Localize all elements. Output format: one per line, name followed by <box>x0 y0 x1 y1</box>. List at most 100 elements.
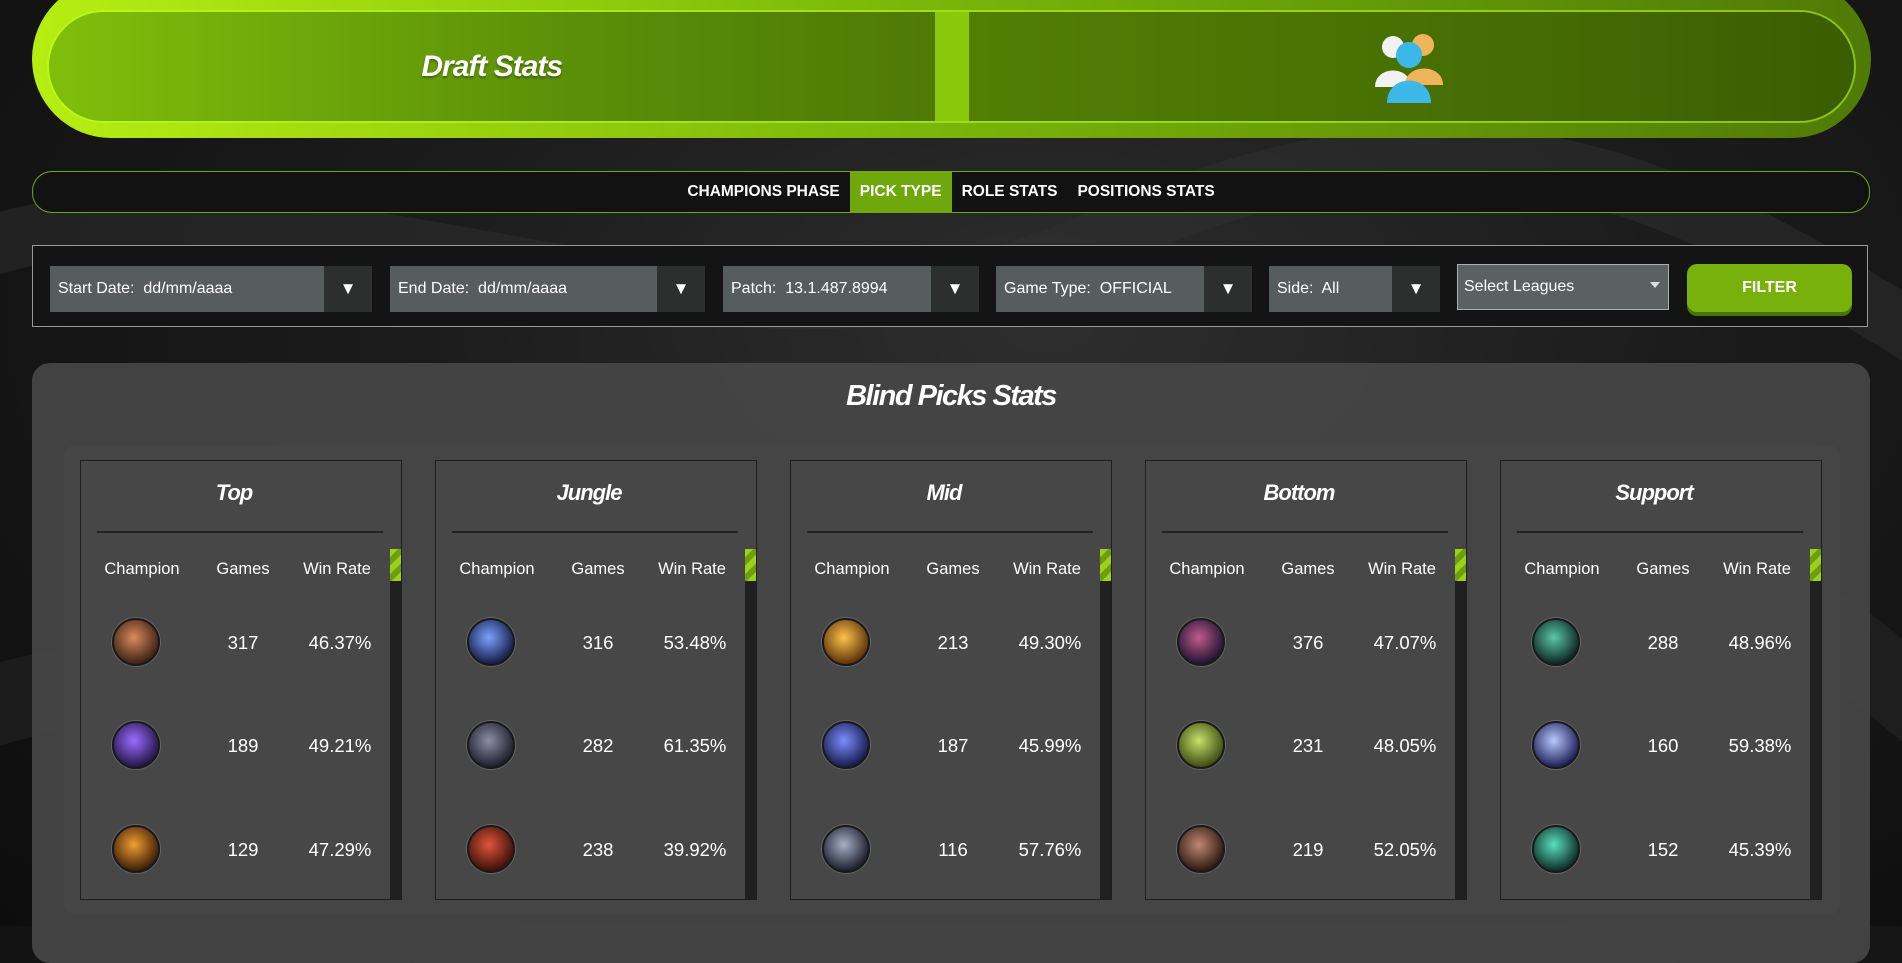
champion-avatar <box>112 618 160 666</box>
table-row[interactable]: 288 48.96% <box>1501 608 1811 688</box>
patch-select[interactable]: Patch: 13.1.487.8994 ▼ <box>723 266 979 312</box>
champion-avatar <box>1532 618 1580 666</box>
scrollbar-thumb[interactable] <box>1810 549 1821 581</box>
champion-avatar <box>1177 618 1225 666</box>
chevron-down-icon[interactable]: ▼ <box>931 266 979 312</box>
scrollbar-thumb[interactable] <box>1455 549 1466 581</box>
champion-avatar <box>1532 825 1580 873</box>
tab-positions-stats[interactable]: POSITIONS STATS <box>1067 172 1224 212</box>
games-cell: 376 <box>1292 632 1324 653</box>
games-cell: 129 <box>227 839 259 860</box>
hero-icon-section <box>968 12 1854 121</box>
table-row[interactable]: 219 52.05% <box>1146 815 1456 895</box>
chevron-down-icon[interactable]: ▼ <box>1204 266 1252 312</box>
win-rate-cell: 46.37% <box>308 632 372 653</box>
page-title: Draft Stats <box>421 49 563 83</box>
chevron-down-icon[interactable]: ▼ <box>324 266 372 312</box>
win-rate-cell: 52.05% <box>1373 839 1437 860</box>
column-header-win-rate: Win Rate <box>1723 560 1791 578</box>
role-title: Bottom <box>1263 480 1336 505</box>
column-header-champion: Champion <box>104 560 180 578</box>
start-date-select[interactable]: Start Date: dd/mm/aaaa ▼ <box>50 266 372 312</box>
caret-down-icon <box>1650 282 1660 288</box>
side-text: Side: All <box>1277 280 1340 297</box>
games-cell: 288 <box>1647 632 1679 653</box>
column-header-games: Games <box>1636 560 1690 578</box>
column-header-win-rate: Win Rate <box>1013 560 1081 578</box>
column-header-champion: Champion <box>1169 560 1245 578</box>
users-icon <box>1375 33 1444 103</box>
table-row[interactable]: 282 61.35% <box>436 711 746 791</box>
column-header-win-rate: Win Rate <box>303 560 371 578</box>
champion-avatar <box>467 618 515 666</box>
win-rate-cell: 49.30% <box>1018 632 1082 653</box>
table-row[interactable]: 316 53.48% <box>436 608 746 688</box>
leagues-select[interactable]: Select Leagues <box>1457 264 1669 310</box>
win-rate-cell: 48.96% <box>1728 632 1792 653</box>
tab-pick-type[interactable]: PICK TYPE <box>849 172 952 212</box>
role-card-jungle: Jungle Champion Games Win Rate 316 53.48% 282 6… <box>435 460 757 900</box>
tab-champions-phase[interactable]: CHAMPIONS PHASE <box>677 172 849 212</box>
filter-button[interactable]: FILTER <box>1687 264 1852 312</box>
champion-avatar <box>467 721 515 769</box>
side-select[interactable]: Side: All ▼ <box>1269 266 1440 312</box>
champion-avatar <box>1177 721 1225 769</box>
champion-avatar <box>467 825 515 873</box>
chevron-down-icon[interactable]: ▼ <box>1392 266 1440 312</box>
end-date-select[interactable]: End Date: dd/mm/aaaa ▼ <box>390 266 705 312</box>
filter-bar: Start Date: dd/mm/aaaa ▼ End Date: dd/mm… <box>32 245 1868 327</box>
role-title: Mid <box>926 480 963 505</box>
champion-avatar <box>1177 825 1225 873</box>
table-row[interactable]: 189 49.21% <box>81 711 391 791</box>
win-rate-cell: 45.39% <box>1728 839 1792 860</box>
patch-text: Patch: 13.1.487.8994 <box>731 280 888 297</box>
role-divider <box>1162 531 1448 533</box>
role-card-bottom: Bottom Champion Games Win Rate 376 47.07% 231 4… <box>1145 460 1467 900</box>
games-cell: 282 <box>582 735 614 756</box>
leagues-placeholder: Select Leagues <box>1464 278 1575 295</box>
table-row[interactable]: 231 48.05% <box>1146 711 1456 791</box>
games-cell: 316 <box>582 632 614 653</box>
column-header-champion: Champion <box>459 560 535 578</box>
scrollbar-thumb[interactable] <box>1100 549 1111 581</box>
scrollbar-thumb[interactable] <box>745 549 756 581</box>
chevron-down-icon[interactable]: ▼ <box>657 266 705 312</box>
win-rate-cell: 61.35% <box>663 735 727 756</box>
table-row[interactable]: 213 49.30% <box>791 608 1101 688</box>
hero-banner: Draft Stats <box>32 0 1871 138</box>
champion-avatar <box>822 618 870 666</box>
champion-avatar <box>112 721 160 769</box>
game-type-select[interactable]: Game Type: OFFICIAL ▼ <box>996 266 1252 312</box>
champion-avatar <box>1532 721 1580 769</box>
role-card-mid: Mid Champion Games Win Rate 213 49.30% 187 45.9… <box>790 460 1112 900</box>
role-card-support: Support Champion Games Win Rate 288 48.96% 160… <box>1500 460 1822 900</box>
column-header-win-rate: Win Rate <box>1368 560 1436 578</box>
role-divider <box>452 531 738 533</box>
games-cell: 160 <box>1647 735 1679 756</box>
table-row[interactable]: 116 57.76% <box>791 815 1101 895</box>
tab-role-stats[interactable]: ROLE STATS <box>952 172 1068 212</box>
champion-avatar <box>112 825 160 873</box>
games-cell: 116 <box>938 839 968 860</box>
games-cell: 213 <box>937 632 969 653</box>
table-row[interactable]: 129 47.29% <box>81 815 391 895</box>
table-row[interactable]: 187 45.99% <box>791 711 1101 791</box>
games-cell: 317 <box>227 632 259 653</box>
scrollbar-thumb[interactable] <box>390 549 401 581</box>
hero-title-section: Draft Stats <box>49 12 935 121</box>
role-divider <box>97 531 383 533</box>
end-date-text: End Date: dd/mm/aaaa <box>398 280 567 297</box>
column-header-games: Games <box>1281 560 1335 578</box>
role-card-top: Top Champion Games Win Rate 317 46.37% 189 49.2… <box>80 460 402 900</box>
games-cell: 219 <box>1292 839 1324 860</box>
role-divider <box>1517 531 1803 533</box>
table-row[interactable]: 160 59.38% <box>1501 711 1811 791</box>
win-rate-cell: 45.99% <box>1018 735 1082 756</box>
table-row[interactable]: 152 45.39% <box>1501 815 1811 895</box>
win-rate-cell: 39.92% <box>663 839 727 860</box>
table-row[interactable]: 376 47.07% <box>1146 608 1456 688</box>
table-row[interactable]: 238 39.92% <box>436 815 746 895</box>
role-title: Jungle <box>556 480 623 505</box>
column-header-games: Games <box>571 560 625 578</box>
table-row[interactable]: 317 46.37% <box>81 608 391 688</box>
